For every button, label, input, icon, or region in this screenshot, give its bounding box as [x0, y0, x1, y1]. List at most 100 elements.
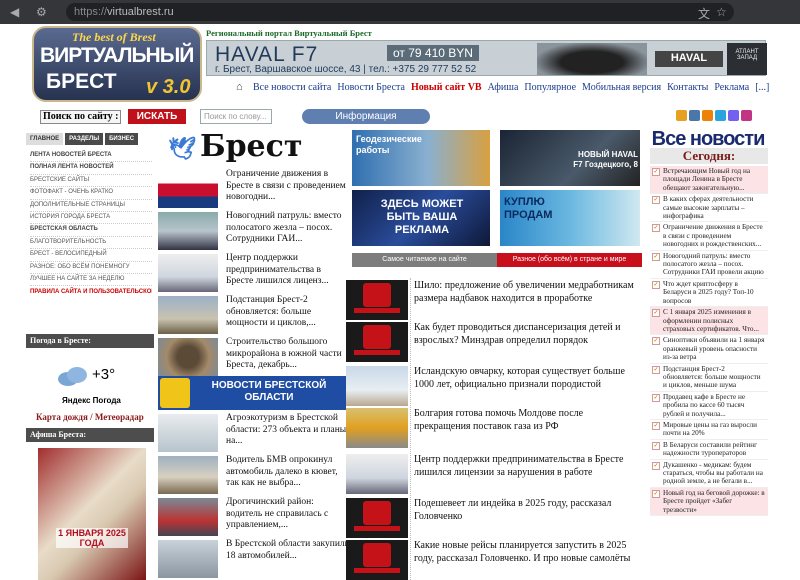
- sidebar-item[interactable]: ПОЛНАЯ ЛЕНТА НОВОСТЕЙ: [30, 162, 152, 175]
- search-input[interactable]: Поиск по слову...: [200, 109, 272, 124]
- news-item[interactable]: Ограничение движения в Бресте в связи с …: [158, 169, 346, 210]
- advertiser-info-button[interactable]: Информация рекламодателю: [302, 109, 430, 137]
- today-news-item[interactable]: ✓ Продавец кафе в Бресте не пробила по ка…: [650, 392, 768, 420]
- sidebar-item[interactable]: БЛАГОТВОРИТЕЛЬНОСТЬ: [30, 237, 152, 250]
- nav-new-site[interactable]: Новый сайт VB: [408, 82, 485, 96]
- today-news-text[interactable]: Новый год на беговой дорожке: в Бресте п…: [663, 489, 765, 514]
- afisha-poster[interactable]: 1 ЯНВАРЯ 2025 ГОДА: [38, 448, 146, 580]
- today-news-item[interactable]: ✓ Подстанция Брест-2 обновляется: больше …: [650, 364, 768, 392]
- oblast-news-item[interactable]: Агроэкотуризм в Брестской области: 273 о…: [158, 413, 346, 454]
- news-title[interactable]: Подстанция Брест-2 обновляется: больше м…: [226, 295, 350, 330]
- sidebar-item[interactable]: ДОПОЛНИТЕЛЬНЫЕ СТРАНИЦЫ: [30, 200, 152, 212]
- feed-title[interactable]: Какие новые рейсы планируется запустить …: [414, 540, 638, 565]
- today-news-text[interactable]: Новогодний патруль: вместо полосатого же…: [663, 252, 764, 277]
- mail-icon[interactable]: [676, 110, 687, 121]
- brest-logo[interactable]: 🕊 Брест: [168, 129, 303, 164]
- sidebar-item[interactable]: ФОТОФАКТ - ОЧЕНЬ КРАТКО: [30, 187, 152, 200]
- nav-more[interactable]: [...]: [752, 82, 772, 96]
- buy-sell-ad[interactable]: КУПЛЮ ПРОДАМ: [500, 190, 640, 246]
- news-title[interactable]: Водитель БМВ опрокинул автомобиль далеко…: [226, 455, 350, 490]
- today-news-text[interactable]: Мировые цены на газ выросли почти на 20%: [663, 421, 757, 437]
- sidebar-item[interactable]: ИСТОРИЯ ГОРОДА БРЕСТА: [30, 212, 152, 225]
- meteoradar-link[interactable]: Метеорадар: [95, 412, 144, 422]
- sidebar-item[interactable]: РАЗНОЕ: ОБО ВСЁМ ПОНЕМНОГУ: [30, 262, 152, 274]
- nav-popular[interactable]: Популярное: [521, 82, 579, 96]
- home-icon[interactable]: ⌂: [236, 81, 243, 93]
- nav-afisha[interactable]: Афиша: [485, 82, 522, 96]
- search-button[interactable]: ИСКАТЬ: [128, 109, 186, 124]
- today-news-item[interactable]: ✓ Дукашенко - медикам: будем стараться, ч…: [650, 460, 768, 488]
- weather-source[interactable]: Яндекс Погода: [62, 396, 121, 405]
- today-news-item[interactable]: ✓ Что ждет криптосферу в Беларуси в 2025 …: [650, 279, 768, 308]
- today-news-item[interactable]: ✓ В каких сферах деятельности самые высок…: [650, 194, 768, 223]
- news-item[interactable]: Центр поддержки предпринимательства в Бр…: [158, 253, 346, 294]
- feed-item[interactable]: Как будет проводиться диспансеризация де…: [346, 322, 638, 366]
- today-news-item[interactable]: ✓ Новый год на беговой дорожке: в Бресте …: [650, 487, 768, 517]
- news-title[interactable]: Дрогичинский район: водитель не справила…: [226, 497, 350, 532]
- today-news-item[interactable]: ✓ Ограничение движения в Бресте в связи с…: [650, 222, 768, 251]
- feed-item[interactable]: Центр поддержки предпринимательства в Бр…: [346, 454, 638, 498]
- address-bar[interactable]: https://virtualbrest.ru: [66, 3, 734, 21]
- instagram-icon[interactable]: [741, 110, 752, 121]
- tab-most-read[interactable]: Самое читаемое на сайте: [352, 253, 497, 267]
- news-title[interactable]: Новогодний патруль: вместо полосатого же…: [226, 211, 350, 246]
- feed-title[interactable]: Как будет проводиться диспансеризация де…: [414, 322, 638, 347]
- feed-item[interactable]: Шило: предложение об увеличении медработ…: [346, 280, 638, 324]
- news-title[interactable]: В Брестской области закупили 18 автомоби…: [226, 539, 350, 562]
- oblast-news-item[interactable]: Дрогичинский район: водитель не справила…: [158, 497, 346, 538]
- today-news-item[interactable]: ✓ В Беларуси составили рейтинг надежности…: [650, 440, 768, 460]
- oblast-news-banner[interactable]: НОВОСТИ БРЕСТСКОЙ ОБЛАСТИ: [158, 376, 346, 410]
- feed-title[interactable]: Шило: предложение об увеличении медработ…: [414, 280, 638, 305]
- tab-business[interactable]: БИЗНЕС: [105, 133, 139, 145]
- nav-brest-news[interactable]: Новости Бреста: [334, 82, 408, 96]
- news-title[interactable]: Строительство большого микрорайона в южн…: [226, 337, 350, 372]
- sidebar-item[interactable]: ЛУЧШЕЕ НА САЙТЕ ЗА НЕДЕЛЮ: [30, 274, 152, 287]
- sidebar-item[interactable]: БРЕСТСКАЯ ОБЛАСТЬ: [30, 224, 152, 237]
- nav-mobile[interactable]: Мобильная версия: [579, 82, 664, 96]
- feed-title[interactable]: Исландскую овчарку, которая существует б…: [414, 366, 638, 391]
- nav-contacts[interactable]: Контакты: [664, 82, 711, 96]
- oblast-news-item[interactable]: Водитель БМВ опрокинул автомобиль далеко…: [158, 455, 346, 496]
- today-news-text[interactable]: Что ждет криптосферу в Беларуси в 2025 г…: [663, 280, 754, 305]
- today-news-item[interactable]: ✓ Встречающим Новый год на площади Ленина…: [650, 166, 768, 195]
- today-news-item[interactable]: ✓ Синоптики объявили на 1 января оранжевы…: [650, 335, 768, 364]
- feed-title[interactable]: Центр поддержки предпринимательства в Бр…: [414, 454, 638, 479]
- news-item[interactable]: Подстанция Брест-2 обновляется: больше м…: [158, 295, 346, 336]
- oblast-news-item[interactable]: В Брестской области закупили 18 автомоби…: [158, 539, 350, 580]
- nav-all-news[interactable]: Все новости сайта: [250, 82, 334, 96]
- sidebar-item[interactable]: БРЕСТ - ВЕЛОСИПЕДНЫЙ: [30, 249, 152, 262]
- your-ad-banner[interactable]: ЗДЕСЬ МОЖЕТ БЫТЬ ВАША РЕКЛАМА: [352, 190, 490, 246]
- feed-title[interactable]: Болгария готова помочь Молдове после пре…: [414, 408, 638, 433]
- ok-icon[interactable]: [702, 110, 713, 121]
- tab-misc-world[interactable]: Разное (обо всём) в стране и мире: [497, 253, 642, 267]
- news-title[interactable]: Агроэкотуризм в Брестской области: 273 о…: [226, 413, 350, 448]
- today-news-text[interactable]: Синоптики объявили на 1 января оранжевый…: [663, 336, 764, 361]
- vk-icon[interactable]: [689, 110, 700, 121]
- today-news-text[interactable]: В Беларуси составили рейтинг надежности …: [663, 441, 757, 457]
- feed-item[interactable]: Исландскую овчарку, которая существует б…: [346, 366, 638, 410]
- news-item[interactable]: Новогодний патруль: вместо полосатого же…: [158, 211, 346, 252]
- sidebar-rules-link[interactable]: ПРАВИЛА САЙТА И ПОЛЬЗОВАТЕЛЬСКОЕ СОГЛАШЕ…: [30, 286, 152, 296]
- news-title[interactable]: Ограничение движения в Бресте в связи с …: [226, 169, 350, 204]
- today-news-text[interactable]: Подстанция Брест-2 обновляется: больше м…: [663, 365, 761, 390]
- news-item[interactable]: Строительство большого микрорайона в южн…: [158, 337, 346, 378]
- sidebar-item[interactable]: БРЕСТСКИЕ САЙТЫ: [30, 175, 152, 188]
- today-news-item[interactable]: ✓ Новогодний патруль: вместо полосатого ж…: [650, 251, 768, 279]
- telegram-icon[interactable]: [715, 110, 726, 121]
- today-news-item[interactable]: ✓ С 1 января 2025 изменения в оформлении …: [650, 307, 768, 336]
- tab-main[interactable]: ГЛАВНОЕ: [26, 133, 64, 145]
- rain-map-link[interactable]: Карта дождя: [36, 412, 88, 422]
- viber-icon[interactable]: [728, 110, 739, 121]
- sidebar-item[interactable]: ЛЕНТА НОВОСТЕЙ БРЕСТА: [30, 150, 152, 163]
- nav-ads[interactable]: Реклама: [711, 82, 752, 96]
- today-news-text[interactable]: Продавец кафе в Бресте не пробила по кас…: [663, 393, 745, 418]
- tab-sections[interactable]: РАЗДЕЛЫ: [65, 133, 104, 145]
- today-news-text[interactable]: С 1 января 2025 изменения в оформлении п…: [663, 308, 759, 333]
- geo-ad[interactable]: Геодезические работы: [352, 130, 490, 186]
- feed-item[interactable]: Подешевеет ли индейка в 2025 году, расск…: [346, 498, 638, 542]
- haval-banner[interactable]: HAVAL F7 от 79 410 BYN г. Брест, Варшавс…: [206, 40, 767, 76]
- news-title[interactable]: Центр поддержки предпринимательства в Бр…: [226, 253, 350, 288]
- tune-icon[interactable]: ⚙: [36, 5, 47, 19]
- feed-item[interactable]: Болгария готова помочь Молдове после пре…: [346, 408, 638, 452]
- today-news-text[interactable]: Ограничение движения в Бресте в связи с …: [663, 223, 763, 248]
